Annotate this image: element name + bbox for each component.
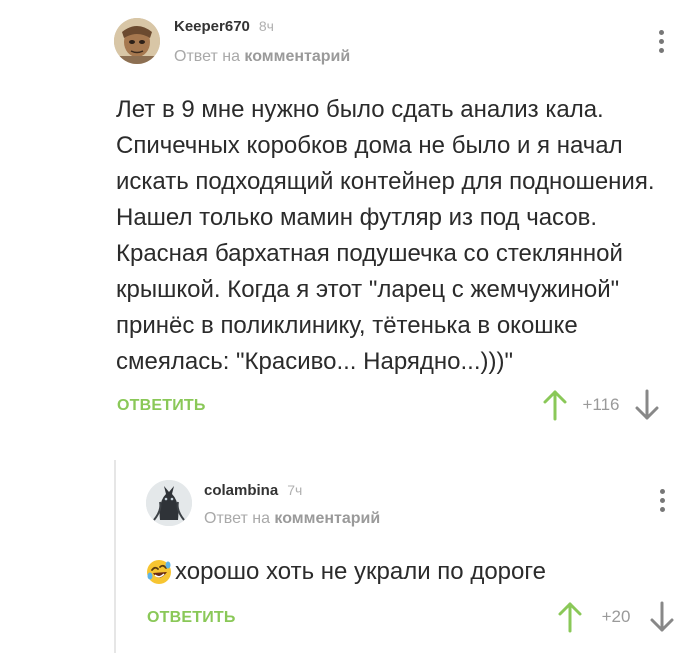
- reply-prefix: Ответ на: [174, 48, 240, 65]
- reply-info: Ответ на комментарий: [204, 510, 380, 528]
- upvote-arrow-icon[interactable]: [556, 600, 584, 634]
- comment-text: хорошо хоть не украли по дороге: [175, 558, 546, 585]
- avatar-portrait-icon: [114, 18, 160, 64]
- reply-button[interactable]: ОТВЕТИТЬ: [117, 397, 206, 415]
- avatar[interactable]: [146, 480, 192, 526]
- author-name[interactable]: colambina: [204, 482, 278, 499]
- nested-comment: colambina 7ч Ответ на комментарий хорошо…: [114, 460, 700, 653]
- more-options-icon[interactable]: [656, 30, 666, 53]
- reply-info: Ответ на комментарий: [174, 48, 350, 66]
- avatar-dark-figure-icon: [146, 480, 192, 526]
- comment-time: 7ч: [287, 482, 303, 498]
- comment-time: 8ч: [258, 18, 274, 34]
- vote-controls: +116: [541, 388, 661, 422]
- reply-prefix: Ответ на: [204, 510, 270, 527]
- reply-target-link[interactable]: комментарий: [244, 48, 350, 65]
- downvote-arrow-icon[interactable]: [648, 600, 676, 634]
- more-options-icon[interactable]: [657, 489, 667, 512]
- rating-count: +116: [582, 395, 620, 414]
- vote-controls: +20: [556, 600, 676, 634]
- upvote-arrow-icon[interactable]: [541, 388, 569, 422]
- author-name[interactable]: Keeper670: [174, 18, 250, 35]
- rolling-laughing-emoji-icon: [147, 560, 171, 584]
- comment: Keeper670 8ч Ответ на комментарий Лет в …: [0, 0, 700, 445]
- reply-target-link[interactable]: комментарий: [274, 510, 380, 527]
- comment-text: Лет в 9 мне нужно было сдать анализ кала…: [116, 96, 655, 375]
- reply-button[interactable]: ОТВЕТИТЬ: [147, 609, 236, 627]
- avatar[interactable]: [114, 18, 160, 64]
- comment-text-row: хорошо хоть не украли по дороге: [146, 554, 686, 590]
- downvote-arrow-icon[interactable]: [633, 388, 661, 422]
- comment-header: Keeper670 8ч: [174, 18, 274, 35]
- rating-count: +20: [601, 607, 631, 626]
- comment-header: colambina 7ч: [204, 482, 302, 499]
